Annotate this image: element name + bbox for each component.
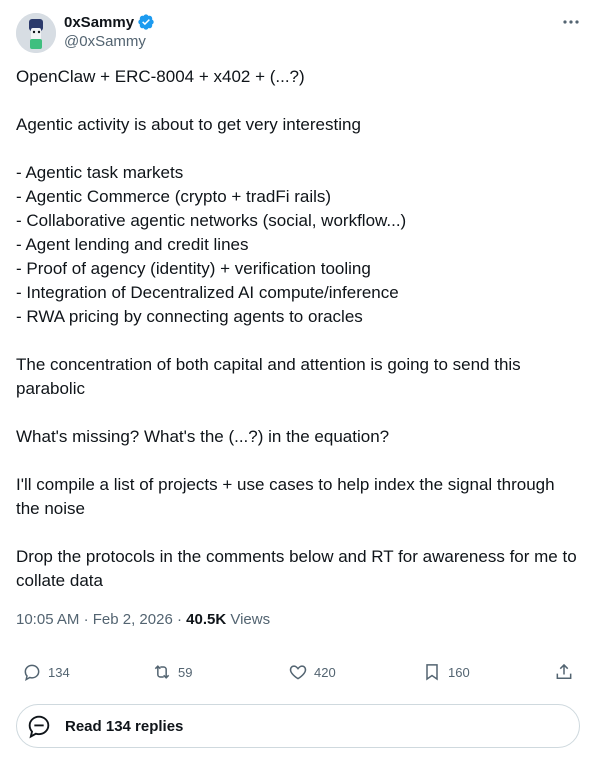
handle[interactable]: @0xSammy: [64, 33, 155, 50]
views-count: 40.5K: [186, 611, 227, 628]
reply-button[interactable]: 134: [22, 658, 70, 686]
like-button[interactable]: 420: [288, 658, 336, 686]
tweet-date[interactable]: Feb 2, 2026: [93, 611, 173, 628]
tweet-header: 0xSammy @0xSammy: [16, 12, 582, 56]
repost-icon: [154, 665, 170, 679]
reply-count: 134: [48, 664, 70, 680]
meta-separator: ·: [176, 611, 187, 628]
like-count: 420: [314, 664, 336, 680]
read-replies-label: Read 134 replies: [65, 717, 184, 735]
meta-separator: ·: [83, 611, 93, 628]
display-name[interactable]: 0xSammy: [64, 14, 134, 31]
chat-bubble-icon: [28, 715, 50, 739]
read-replies-button[interactable]: Read 134 replies: [16, 704, 580, 748]
share-button[interactable]: [554, 658, 574, 686]
tweet-time[interactable]: 10:05 AM: [16, 611, 79, 628]
action-bar: 134 59 420 160: [16, 658, 582, 686]
bookmark-icon: [426, 664, 438, 681]
tweet-text: OpenClaw + ERC-8004 + x402 + (...?) Agen…: [16, 67, 577, 590]
views-label: Views: [230, 611, 271, 628]
bookmark-button[interactable]: 160: [422, 658, 470, 686]
tweet-meta: 10:05 AM · Feb 2, 2026 · 40.5K Views: [16, 610, 270, 630]
share-icon: [556, 663, 572, 679]
repost-button[interactable]: 59: [152, 658, 192, 686]
more-icon[interactable]: [560, 12, 582, 34]
avatar[interactable]: [16, 13, 56, 53]
bookmark-count: 160: [448, 664, 470, 680]
verified-badge-icon: [137, 13, 155, 31]
like-icon: [289, 665, 307, 680]
reply-icon: [24, 664, 40, 681]
repost-count: 59: [178, 664, 193, 680]
